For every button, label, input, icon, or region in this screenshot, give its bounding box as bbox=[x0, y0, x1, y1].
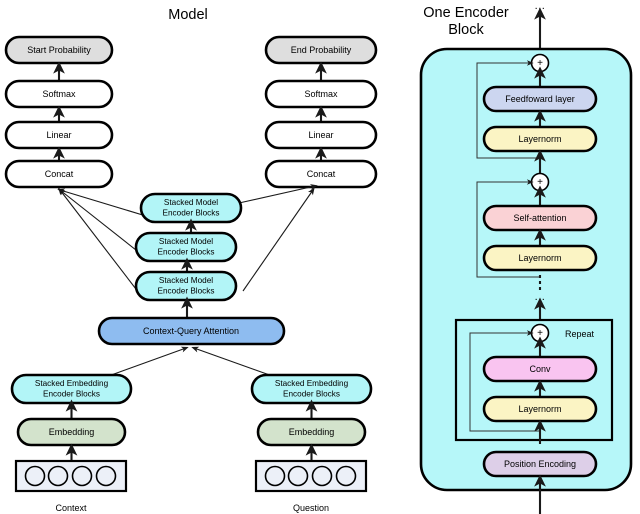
concat-right-node: Concat bbox=[264, 159, 378, 189]
encoder-panel-title-line2: Block bbox=[448, 22, 484, 38]
stacked-model-encoder-blocks-1: Stacked Model Encoder Blocks bbox=[134, 270, 238, 302]
stacked-model-encoder-label-1-line1: Stacked Model bbox=[159, 276, 213, 285]
position-encoding-node: Position Encoding bbox=[482, 450, 598, 478]
residual-add-feedforward-symbol: + bbox=[537, 58, 543, 69]
stacked-model-encoder-label-1-line2: Encoder Blocks bbox=[158, 287, 215, 296]
layernorm-selfattention-label: Layernorm bbox=[518, 253, 561, 263]
question-token-row bbox=[254, 459, 368, 493]
start-probability-label: Start Probability bbox=[27, 45, 91, 55]
embedding-question-label: Embedding bbox=[289, 427, 335, 437]
arrow-question-encoder-to-attention bbox=[191, 346, 279, 379]
self-attention-node: Self-attention bbox=[482, 204, 598, 232]
context-caption: Context bbox=[55, 503, 87, 513]
layernorm-selfattention-node: Layernorm bbox=[482, 244, 598, 272]
arrow-encoder-top-to-concat-right bbox=[238, 184, 318, 204]
softmax-right-label: Softmax bbox=[304, 89, 338, 99]
embedding-question-node: Embedding bbox=[256, 417, 367, 447]
residual-add-conv-symbol: + bbox=[537, 328, 543, 339]
embedding-context-node: Embedding bbox=[16, 417, 127, 447]
stacked-model-encoder-label-3-line2: Encoder Blocks bbox=[163, 209, 220, 218]
conv-node: Conv bbox=[482, 355, 598, 383]
feedforward-layer-node: Feedfoward layer bbox=[482, 85, 598, 113]
figure-root: Model Start Probability Softmax Linear C… bbox=[0, 0, 640, 514]
embedding-context-label: Embedding bbox=[49, 427, 95, 437]
context-query-attention-node: Context-Query Attention bbox=[97, 316, 286, 346]
stacked-embedding-encoder-question-line1: Stacked Embedding bbox=[275, 379, 349, 388]
model-panel-title: Model bbox=[168, 7, 208, 23]
repeat-label: Repeat bbox=[565, 329, 595, 339]
stacked-model-encoder-label-2-line1: Stacked Model bbox=[159, 237, 213, 246]
stacked-model-encoder-blocks-2: Stacked Model Encoder Blocks bbox=[134, 231, 238, 263]
question-caption: Question bbox=[293, 503, 329, 513]
question-token-box-fill bbox=[257, 462, 365, 490]
feedforward-layer-label: Feedfoward layer bbox=[505, 94, 575, 104]
stacked-model-encoder-label-3-line1: Stacked Model bbox=[164, 198, 218, 207]
arrow-encoder-top-to-concat-left bbox=[57, 188, 147, 217]
stacked-embedding-encoder-context: Stacked Embedding Encoder Blocks bbox=[10, 373, 133, 405]
context-query-attention-label: Context-Query Attention bbox=[143, 326, 239, 336]
layernorm-conv-node: Layernorm bbox=[482, 395, 598, 423]
stacked-model-encoder-blocks-3: Stacked Model Encoder Blocks bbox=[139, 192, 243, 224]
concat-right-label: Concat bbox=[307, 169, 336, 179]
stacked-embedding-encoder-context-line2: Encoder Blocks bbox=[43, 390, 100, 399]
encoder-panel-title-line1: One Encoder bbox=[423, 5, 509, 21]
concat-left-label: Concat bbox=[45, 169, 74, 179]
context-token-row bbox=[14, 459, 128, 493]
arrow-encoder-mid-to-concat-left bbox=[57, 188, 142, 255]
concat-left-node: Concat bbox=[4, 159, 114, 189]
position-encoding-label: Position Encoding bbox=[504, 459, 576, 469]
architecture-diagram: Model Start Probability Softmax Linear C… bbox=[4, 0, 633, 514]
layernorm-conv-label: Layernorm bbox=[518, 404, 561, 414]
residual-add-selfattention-symbol: + bbox=[537, 177, 543, 188]
arrow-encoder-bottom-to-concat-left bbox=[58, 187, 140, 294]
arrow-context-encoder-to-attention bbox=[102, 346, 189, 379]
stacked-embedding-encoder-question-line2: Encoder Blocks bbox=[283, 390, 340, 399]
encoder-middle-ellipsis: ... bbox=[535, 291, 546, 303]
encoder-top-ellipsis: ... bbox=[535, 0, 546, 12]
layernorm-feedforward-label: Layernorm bbox=[518, 134, 561, 144]
linear-left-label: Linear bbox=[46, 130, 71, 140]
arrow-encoder-bottom-to-concat-right bbox=[242, 187, 315, 292]
start-probability-node: Start Probability bbox=[4, 35, 114, 65]
context-token-box-fill bbox=[17, 462, 125, 490]
stacked-embedding-encoder-context-line1: Stacked Embedding bbox=[35, 379, 109, 388]
self-attention-label: Self-attention bbox=[513, 213, 566, 223]
softmax-right-node: Softmax bbox=[264, 79, 378, 109]
softmax-left-node: Softmax bbox=[4, 79, 114, 109]
end-probability-label: End Probability bbox=[291, 45, 352, 55]
conv-label: Conv bbox=[529, 364, 551, 374]
stacked-embedding-encoder-question: Stacked Embedding Encoder Blocks bbox=[250, 373, 373, 405]
layernorm-feedforward-node: Layernorm bbox=[482, 125, 598, 153]
linear-left-node: Linear bbox=[4, 120, 114, 150]
linear-right-label: Linear bbox=[308, 130, 333, 140]
softmax-left-label: Softmax bbox=[42, 89, 76, 99]
end-probability-node: End Probability bbox=[264, 35, 378, 65]
linear-right-node: Linear bbox=[264, 120, 378, 150]
stacked-model-encoder-label-2-line2: Encoder Blocks bbox=[158, 248, 215, 257]
